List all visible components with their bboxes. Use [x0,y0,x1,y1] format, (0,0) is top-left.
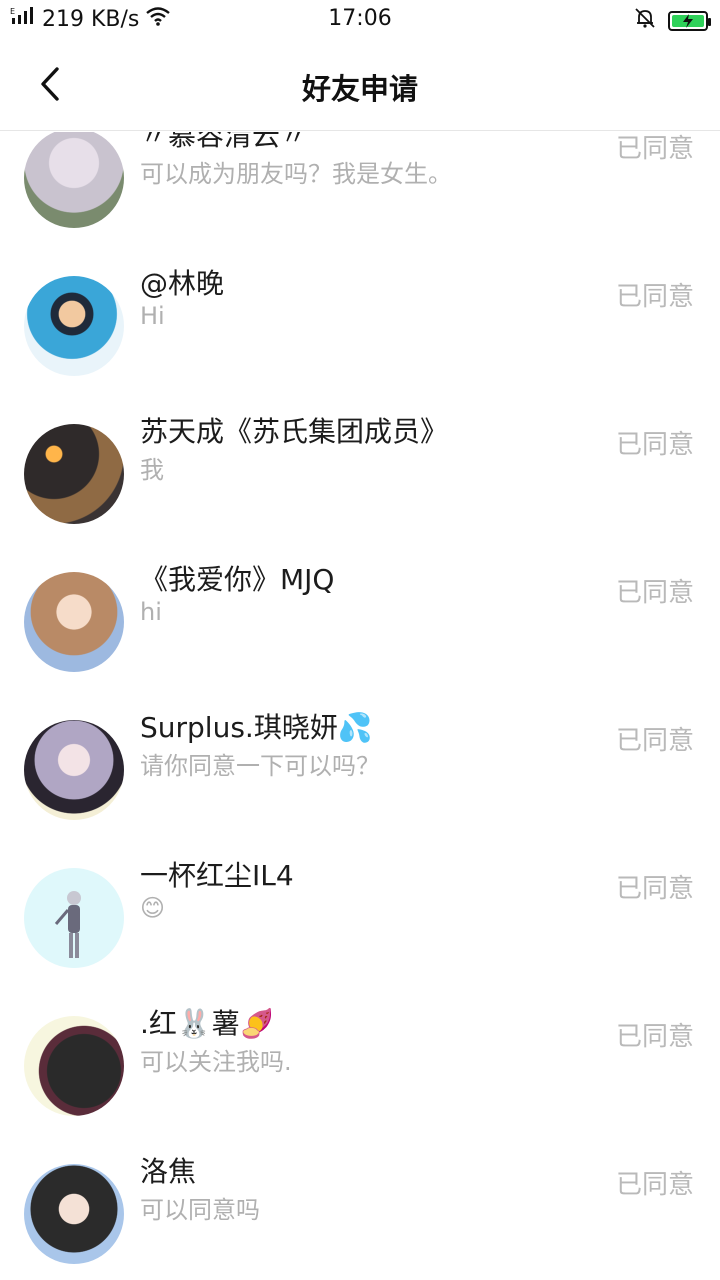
request-name: 〃慕容清云〃 [140,132,309,152]
list-item[interactable]: 《我爱你》MJQ hi 已同意 [0,548,720,696]
request-name: 《我爱你》MJQ [140,563,335,596]
request-message: 我 [140,456,164,484]
avatar[interactable] [24,276,124,376]
request-status: 已同意 [615,874,694,904]
avatar[interactable] [24,1164,124,1264]
avatar[interactable] [24,132,124,228]
request-message: 可以同意吗 [140,1196,260,1224]
request-status: 已同意 [615,1170,694,1200]
request-name: Surplus.琪晓妍💦 [140,711,373,744]
request-status: 已同意 [615,134,694,164]
request-status: 已同意 [615,726,694,756]
avatar-figure [54,891,81,958]
list-item[interactable]: 〃慕容清云〃 可以成为朋友吗？我是女生。 已同意 [0,132,720,252]
request-name: 一杯红尘IL4 [140,859,294,892]
avatar[interactable] [24,424,124,524]
request-status: 已同意 [615,282,694,312]
page-title: 好友申请 [301,72,418,106]
status-bar: E 219 KB/s 17:06 [0,0,720,38]
list-item[interactable]: .红🐰薯🍠 可以关注我吗. 已同意 [0,992,720,1140]
avatar[interactable] [24,572,124,672]
clock: 17:06 [328,6,392,31]
request-name: 洛焦 [140,1155,197,1188]
battery-icon [668,11,711,31]
list-item[interactable]: 洛焦 可以同意吗 已同意 [0,1140,720,1280]
avatar[interactable] [24,720,124,820]
list-item[interactable]: @林晚 Hi 已同意 [0,252,720,400]
friend-request-list: 〃慕容清云〃 可以成为朋友吗？我是女生。 已同意 @林晚 Hi 已同意 苏天成《… [0,132,720,1280]
request-message: Hi [140,302,165,330]
status-right [634,7,711,35]
list-item[interactable]: Surplus.琪晓妍💦 请你同意一下可以吗？ 已同意 [0,696,720,844]
request-message: 可以关注我吗. [140,1048,292,1076]
request-message: 😊 [140,894,166,922]
avatar[interactable] [24,868,124,968]
list-item[interactable]: 苏天成《苏氏集团成员》 我 已同意 [0,400,720,548]
request-message: hi [140,598,162,626]
request-status: 已同意 [615,1022,694,1052]
request-status: 已同意 [615,430,694,460]
request-message: 请你同意一下可以吗？ [140,752,380,780]
request-name: .红🐰薯🍠 [140,1007,275,1040]
request-status: 已同意 [615,578,694,608]
request-name: 苏天成《苏氏集团成员》 [140,415,449,448]
request-name: @林晚 [140,267,225,300]
request-message: 可以成为朋友吗？我是女生。 [140,160,452,188]
avatar[interactable] [24,1016,124,1116]
mute-bell-icon [634,7,656,35]
list-item[interactable]: 一杯红尘IL4 😊 已同意 [0,844,720,992]
nav-bar: 好友申请 [0,38,720,131]
